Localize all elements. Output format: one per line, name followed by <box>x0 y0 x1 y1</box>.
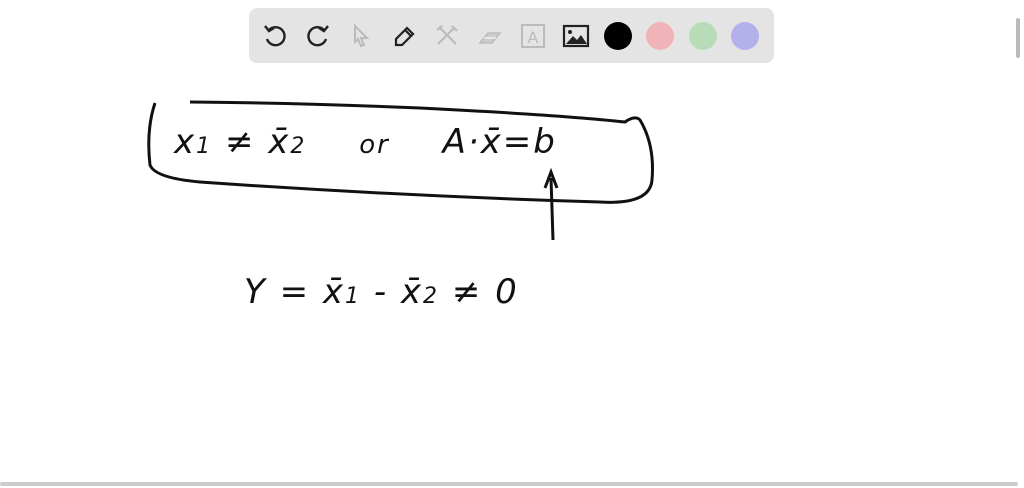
hw-sub2: 2 <box>290 134 307 159</box>
hw-lhs: Y = x̄ <box>244 272 345 312</box>
hw-x2: x̄ <box>268 122 291 162</box>
hw-tail: ≠ 0 <box>451 272 519 312</box>
arrow-stroke <box>543 167 559 241</box>
hw-rhs: A·x̄=b <box>442 122 557 162</box>
handwritten-line-1: x1 ≠ x̄2 or A·x̄=b <box>174 122 557 162</box>
hw-sub1b: 1 <box>345 284 361 309</box>
hw-neq: ≠ <box>224 122 256 162</box>
hw-x1: x <box>174 122 197 162</box>
hw-minus: - x̄ <box>373 272 424 312</box>
hw-sub2b: 2 <box>423 284 440 309</box>
hw-sub1: 1 <box>196 134 213 159</box>
ink-strokes <box>147 100 654 241</box>
hw-or: or <box>359 130 390 160</box>
handwritten-line-2: Y = x̄1 - x̄2 ≠ 0 <box>244 272 519 312</box>
